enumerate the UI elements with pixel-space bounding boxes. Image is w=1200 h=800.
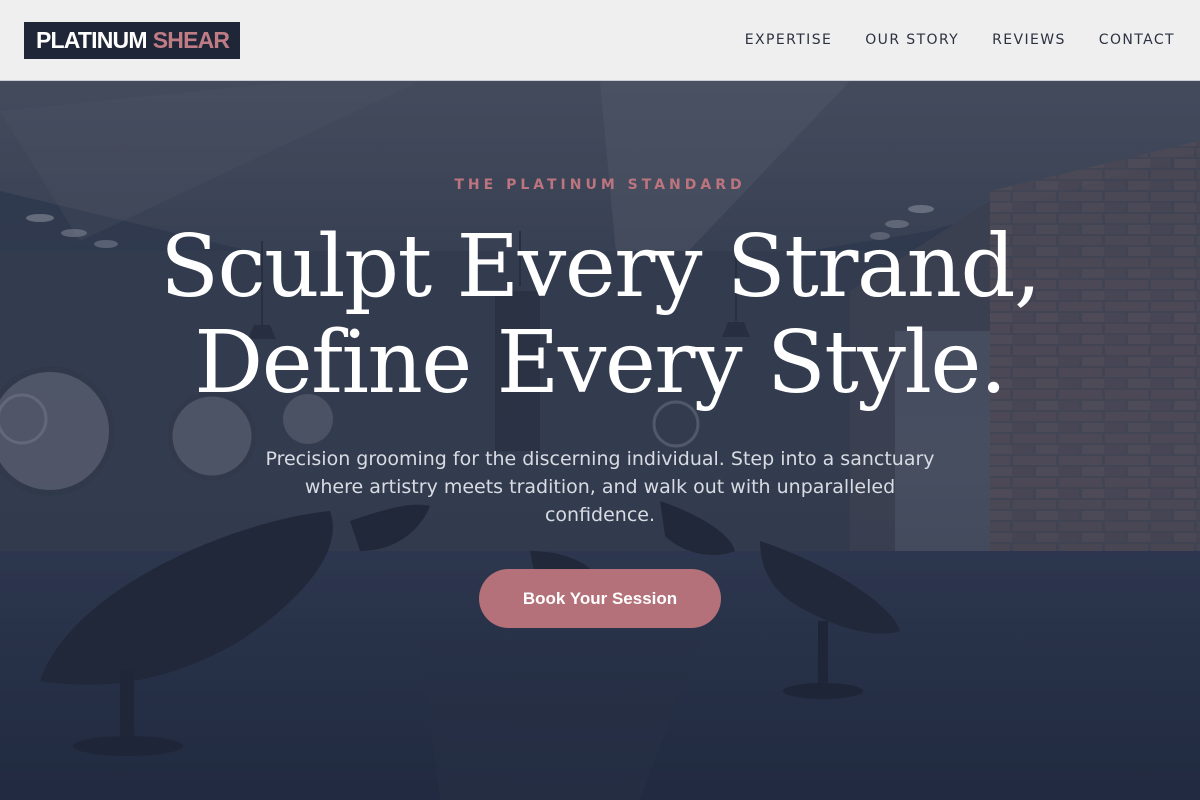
brand-logo[interactable]: PLATINUM SHEAR xyxy=(24,21,241,59)
hero-section: THE PLATINUM STANDARD Sculpt Every Stran… xyxy=(0,81,1200,800)
hero-headline-line-1: Sculpt Every Strand, xyxy=(160,217,1041,317)
book-session-button[interactable]: Book Your Session xyxy=(479,569,721,628)
hero-headline: Sculpt Every Strand, Define Every Style. xyxy=(0,219,1200,411)
hero-eyebrow: THE PLATINUM STANDARD xyxy=(454,177,746,193)
nav-link-contact[interactable]: CONTACT xyxy=(1099,32,1175,48)
hero-subtext: Precision grooming for the discerning in… xyxy=(265,448,935,526)
brand-name-main: PLATINUM xyxy=(36,26,148,53)
brand-name-accent: SHEAR xyxy=(152,26,230,53)
nav-link-our-story[interactable]: OUR STORY xyxy=(865,32,959,48)
hero-headline-line-2: Define Every Style. xyxy=(194,313,1007,413)
main-nav: EXPERTISE OUR STORY REVIEWS CONTACT xyxy=(745,32,1176,48)
site-header: PLATINUM SHEAR EXPERTISE OUR STORY REVIE… xyxy=(0,0,1200,81)
nav-link-expertise[interactable]: EXPERTISE xyxy=(745,32,832,48)
nav-link-reviews[interactable]: REVIEWS xyxy=(992,32,1066,48)
